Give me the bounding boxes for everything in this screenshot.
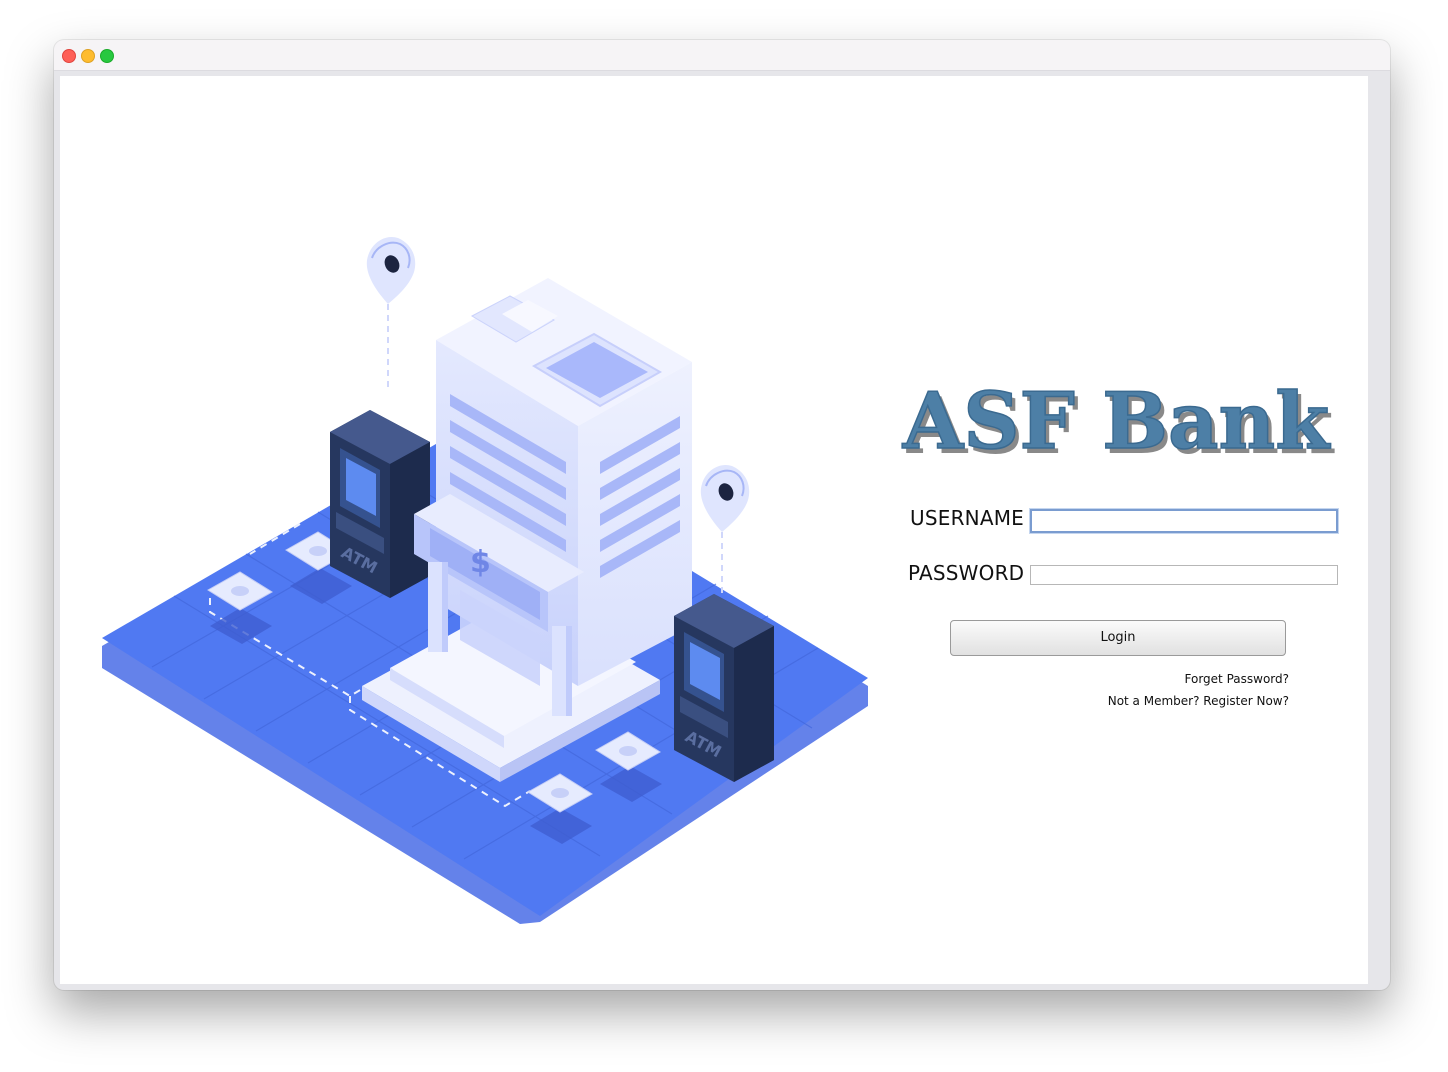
atm-right: ATM [674, 594, 774, 782]
bank-illustration: ATM $ ATM [102, 236, 868, 924]
login-button[interactable]: Login [950, 620, 1286, 656]
location-pin-icon [366, 236, 416, 392]
forget-password-link[interactable]: Forget Password? [1185, 672, 1289, 686]
password-label: PASSWORD [908, 561, 1025, 585]
bank-logo-text: ASF Bank [902, 376, 1332, 467]
location-pin-icon [700, 464, 750, 596]
app-window: ATM $ ATM ASF Bank ASF Bank USERNAME PAS… [54, 40, 1390, 990]
title-bar [54, 40, 1390, 71]
dollar-sign-icon: $ [470, 545, 491, 580]
atm-left: ATM [330, 410, 430, 598]
close-window-button[interactable] [62, 49, 76, 63]
register-link[interactable]: Not a Member? Register Now? [1108, 694, 1289, 708]
username-label: USERNAME [910, 506, 1025, 530]
username-field[interactable] [1030, 509, 1338, 533]
login-panel: ATM $ ATM ASF Bank ASF Bank USERNAME PAS… [60, 76, 1368, 984]
password-field[interactable] [1030, 565, 1338, 585]
bank-logo: ASF Bank ASF Bank [901, 375, 1335, 472]
minimize-window-button[interactable] [81, 49, 95, 63]
zoom-window-button[interactable] [100, 49, 114, 63]
